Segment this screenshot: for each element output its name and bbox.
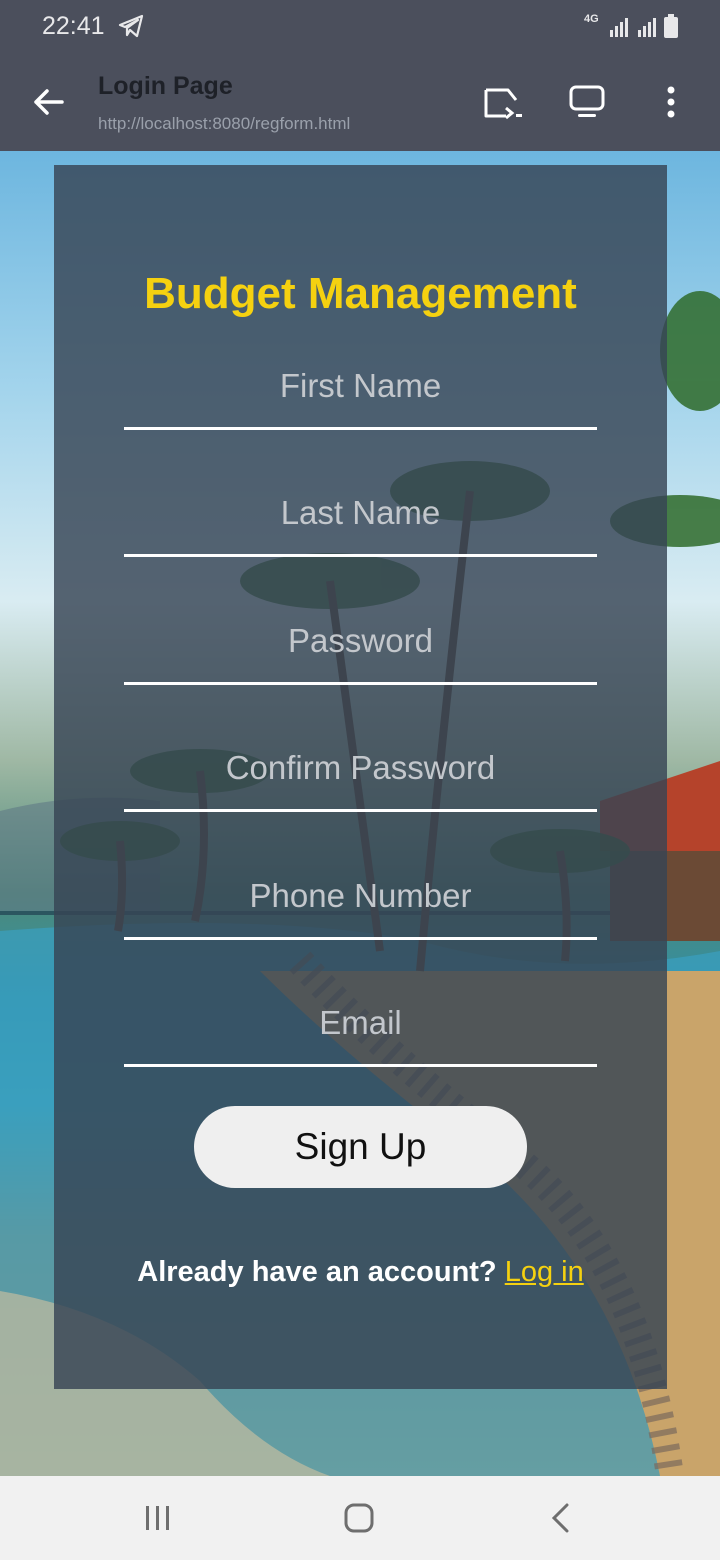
form-title: Budget Management	[144, 269, 577, 318]
confirm-password-placeholder: Confirm Password	[225, 749, 496, 786]
telegram-icon	[118, 14, 144, 38]
phone-number-field[interactable]: Phone Number	[124, 877, 597, 940]
last-name-placeholder: Last Name	[280, 494, 441, 531]
login-link[interactable]: Log in	[505, 1256, 584, 1288]
email-field[interactable]: Email	[124, 1004, 597, 1067]
page-title: Login Page	[98, 72, 233, 100]
confirm-password-field[interactable]: Confirm Password	[124, 749, 597, 812]
desktop-icon[interactable]	[568, 84, 606, 120]
cast-icon[interactable]	[482, 86, 524, 120]
web-viewport: Budget Management First Name Last Name P…	[0, 151, 720, 1476]
home-icon[interactable]	[344, 1503, 374, 1533]
status-bar: 22:41 4G	[0, 0, 720, 52]
phone-number-placeholder: Phone Number	[249, 877, 472, 914]
network-label: 4G	[584, 13, 599, 25]
browser-toolbar: Login Page http://localhost:8080/regform…	[0, 52, 720, 151]
signal-icon	[610, 18, 628, 37]
password-placeholder: Password	[288, 622, 433, 659]
signup-form-card: Budget Management First Name Last Name P…	[54, 165, 667, 1389]
page-url[interactable]: http://localhost:8080/regform.html	[98, 114, 350, 134]
recent-apps-icon[interactable]	[144, 1504, 172, 1532]
navigation-bar	[0, 1476, 720, 1560]
login-prompt-text: Already have an account?	[137, 1256, 497, 1288]
first-name-placeholder: First Name	[279, 367, 442, 404]
status-time: 22:41	[42, 12, 105, 40]
back-arrow-icon[interactable]	[30, 84, 66, 120]
last-name-field[interactable]: Last Name	[124, 494, 597, 557]
first-name-field[interactable]: First Name	[124, 367, 597, 430]
login-prompt-line: Already have an account? Log in	[54, 1256, 667, 1289]
sign-up-button[interactable]: Sign Up	[194, 1106, 527, 1188]
signal-icon	[638, 18, 656, 37]
nav-back-icon[interactable]	[550, 1502, 572, 1534]
password-field[interactable]: Password	[124, 622, 597, 685]
more-icon[interactable]	[664, 86, 678, 118]
battery-icon	[664, 14, 678, 38]
email-placeholder: Email	[319, 1004, 402, 1041]
